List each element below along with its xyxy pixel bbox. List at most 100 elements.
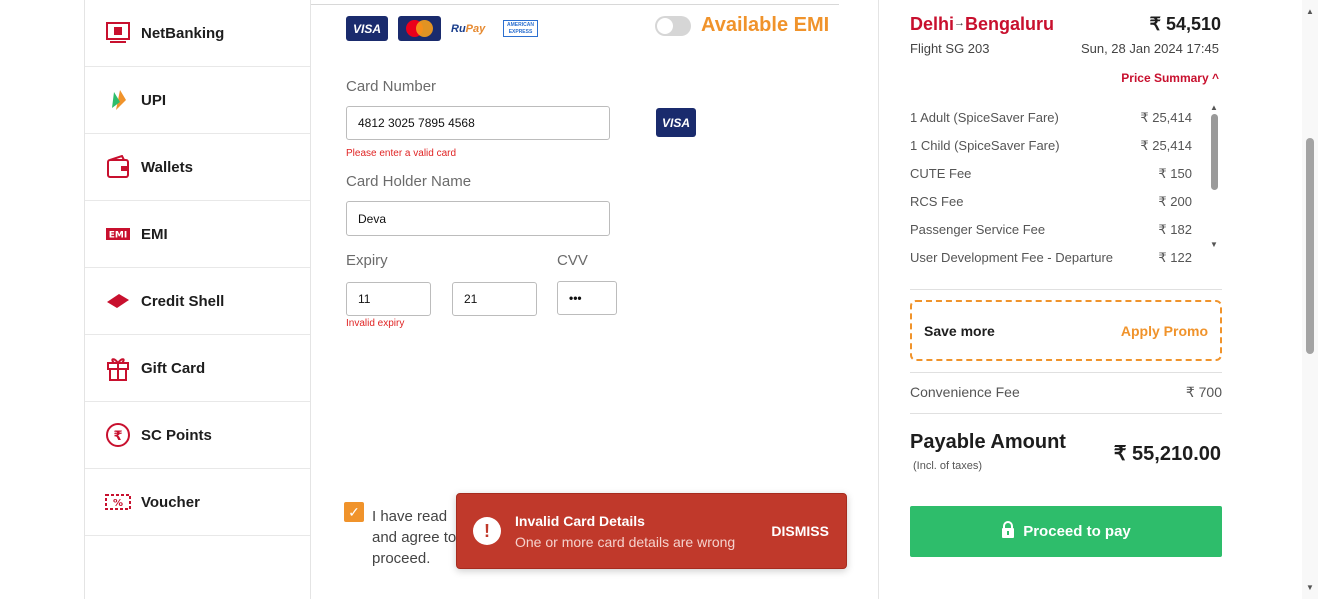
toast-text: Invalid Card Details One or more card de… [515,513,735,550]
method-label: Voucher [141,493,200,511]
card-logos: VISA RuPay AMERICAN EXPRESS [346,16,538,41]
payment-methods-list: NetBanking UPI Wallets EMI EMI Credit Sh… [84,0,311,599]
toast-message: One or more card details are wrong [515,533,736,550]
rupay-pay: Pay [465,22,486,35]
rupay-logo: RuPay [451,23,493,35]
convenience-fee-value: ₹ 700 [1185,384,1222,400]
bank-icon [105,20,131,46]
holder-name-input[interactable]: Deva [346,201,610,236]
method-emi[interactable]: EMI EMI [85,201,310,268]
method-gift-card[interactable]: Gift Card [85,335,310,402]
lock-icon [1001,521,1015,542]
booking-summary: Delhi→Bengaluru ₹ 54,510 Flight SG 203 S… [878,0,1301,599]
error-icon: ! [473,517,501,545]
method-netbanking[interactable]: NetBanking [85,0,310,67]
fare-label: User Development Fee - Departure [910,250,1114,265]
card-number-input[interactable]: 4812 3025 7895 4568 [346,106,610,140]
method-label: SC Points [141,426,212,444]
fare-label: 1 Adult (SpiceSaver Fare) [910,110,1059,125]
scroll-up-icon[interactable]: ▲ [1306,7,1314,16]
fare-row: RCS Fee ₹ 200 [910,187,1192,215]
method-sc-points[interactable]: ₹ SC Points [85,402,310,469]
expiry-year-input[interactable]: 21 [452,282,537,316]
card-brand-badge: VISA [656,108,696,137]
scroll-down-icon[interactable]: ▼ [1208,240,1220,249]
fare-value: ₹ 200 [1158,194,1192,209]
page-scrollbar[interactable]: ▲ ▼ [1302,0,1318,599]
rupay-ru: Ru [451,22,466,35]
method-wallets[interactable]: Wallets [85,134,310,201]
fare-row: Passenger Service Fee ₹ 182 [910,215,1192,243]
expiry-month-input[interactable]: 11 [346,282,431,316]
payable-amount-label: Payable Amount [910,431,1066,453]
total-fare: ₹ 54,510 [1149,14,1221,34]
divider [910,372,1222,373]
emi-label: Available EMI [701,14,830,36]
divider [311,4,839,5]
promo-box: Save more Apply Promo [910,300,1222,361]
convenience-fee-label: Convenience Fee [910,384,1020,400]
flight-date: Sun, 28 Jan 2024 17:45 [1080,41,1219,56]
card-number-label: Card Number [346,78,437,95]
route-from: Delhi [910,14,955,34]
method-credit-shell[interactable]: Credit Shell [85,268,310,335]
fare-value: ₹ 150 [1158,166,1192,181]
method-label: NetBanking [141,24,225,42]
gift-icon [105,355,131,381]
fare-label: RCS Fee [910,194,964,209]
emi-icon: EMI [105,221,131,247]
scroll-thumb[interactable] [1306,138,1314,354]
card-number-error: Please enter a valid card [346,148,457,159]
cvv-label: CVV [557,252,588,269]
expiry-label: Expiry [346,252,388,269]
upi-icon [105,87,131,113]
fare-row: CUTE Fee ₹ 150 [910,159,1192,187]
svg-text:%: % [113,498,123,509]
mastercard-logo [398,16,441,41]
method-label: EMI [141,225,168,243]
fare-label: Passenger Service Fee [910,222,1046,237]
payable-amount-value: ₹ 55,210.00 [1113,443,1221,465]
voucher-icon: % [105,489,131,515]
method-voucher[interactable]: % Voucher [85,469,310,536]
incl-taxes-note: (Incl. of taxes) [913,460,983,472]
cvv-input[interactable]: ••• [557,281,617,315]
fare-value: ₹ 182 [1158,222,1192,237]
dismiss-button[interactable]: DISMISS [771,523,829,539]
scroll-up-icon[interactable]: ▲ [1208,103,1220,112]
terms-agreement: ✓ I have read and agree to proceed. [344,502,472,569]
emi-toggle[interactable] [655,15,691,36]
price-summary-toggle[interactable]: Price Summary ^ [1121,71,1219,85]
fare-row: 1 Child (SpiceSaver Fare) ₹ 25,414 [910,131,1192,159]
fare-row: User Development Fee - Departure ₹ 122 [910,243,1192,268]
apply-promo-button[interactable]: Apply Promo [1121,323,1208,339]
toast-title: Invalid Card Details [515,512,645,529]
scroll-down-icon[interactable]: ▼ [1306,583,1314,592]
method-label: Credit Shell [141,292,225,310]
convenience-fee-row: Convenience Fee ₹ 700 [910,384,1222,401]
method-upi[interactable]: UPI [85,67,310,134]
fare-breakdown: 1 Adult (SpiceSaver Fare) ₹ 25,414 1 Chil… [910,103,1192,268]
proceed-label: Proceed to pay [1023,523,1131,540]
terms-checkbox[interactable]: ✓ [344,502,364,522]
method-label: Gift Card [141,359,206,377]
scroll-thumb[interactable] [1210,114,1218,190]
divider [910,289,1222,290]
holder-name-label: Card Holder Name [346,173,472,190]
flight-number: Flight SG 203 [910,41,990,56]
credit-shell-icon [105,288,131,314]
expiry-error: Invalid expiry [346,318,405,329]
fare-value: ₹ 25,414 [1140,110,1192,125]
fare-value: ₹ 122 [1158,250,1192,265]
visa-logo: VISA [346,16,388,41]
fare-scrollbar[interactable]: ▲ ▼ [1208,103,1220,263]
emi-toggle-group: Available EMI [655,14,829,37]
method-label: Wallets [141,158,193,176]
error-toast: ! Invalid Card Details One or more card … [456,493,847,569]
route: Delhi→Bengaluru [910,14,1054,35]
proceed-to-pay-button[interactable]: Proceed to pay [910,506,1222,557]
fare-label: 1 Child (SpiceSaver Fare) [910,138,1060,153]
fare-label: CUTE Fee [910,166,972,181]
wallet-icon [105,154,131,180]
svg-text:₹: ₹ [113,429,122,444]
